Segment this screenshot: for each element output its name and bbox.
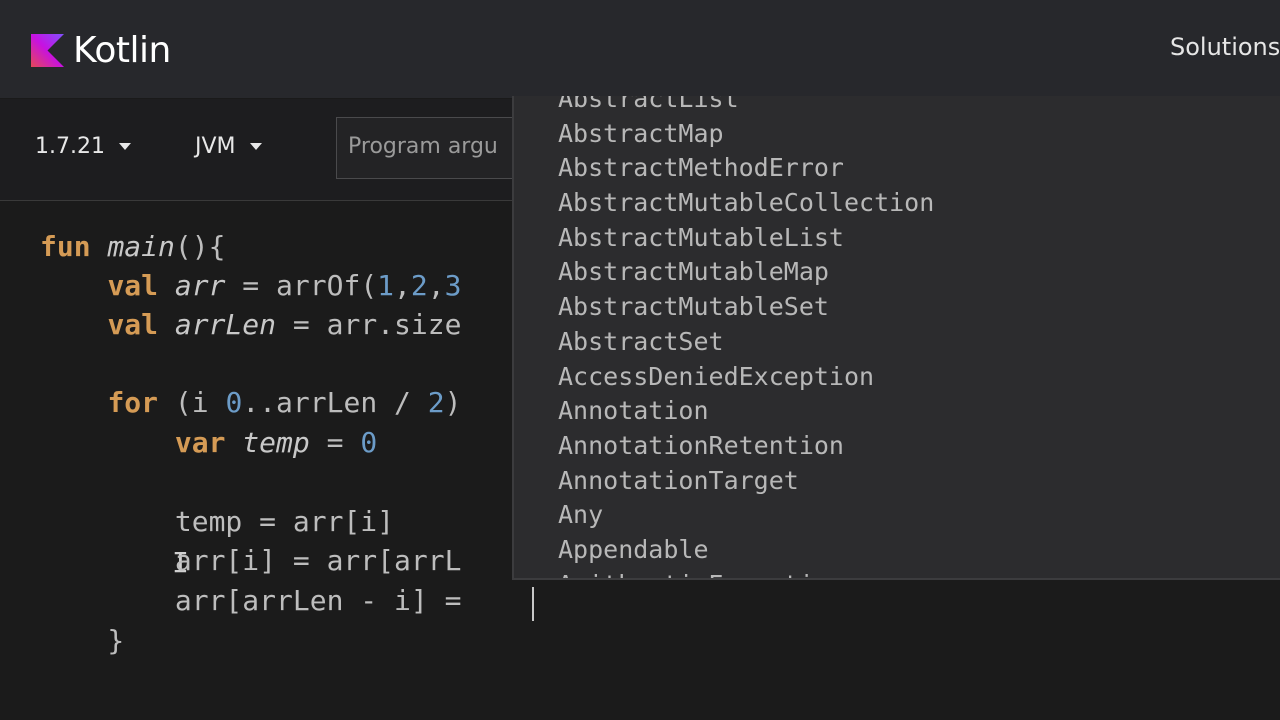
nav-solutions-link[interactable]: Solutions <box>1170 33 1280 61</box>
target-platform-label: JVM <box>195 134 236 159</box>
code-token: fun <box>40 230 91 263</box>
top-header: Kotlin Solutions <box>0 0 1280 99</box>
code-line: val arr = arrOf(1,2,3 <box>40 270 461 302</box>
chevron-down-icon <box>249 143 262 150</box>
autocomplete-item[interactable]: ArithmeticException <box>558 568 934 578</box>
code-token: var <box>174 426 226 459</box>
code-line: } <box>40 625 124 657</box>
code-token: val <box>107 269 159 302</box>
brand-name: Kotlin <box>73 30 171 71</box>
autocomplete-item[interactable]: AbstractSet <box>558 325 934 360</box>
code-line: temp = arr[i] <box>40 506 394 538</box>
code-token: val <box>107 308 159 341</box>
caret-cursor <box>532 587 534 621</box>
code-token: arrLen <box>174 308 277 341</box>
kotlin-version-select[interactable]: 1.7.21 <box>35 134 131 159</box>
code-token: ) <box>444 386 462 419</box>
autocomplete-item[interactable]: AccessDeniedException <box>558 360 934 395</box>
code-token: ..arrLen / <box>242 386 428 419</box>
target-platform-select[interactable]: JVM <box>195 134 262 159</box>
code-token: 3 <box>444 269 462 302</box>
code-token: = arrOf( <box>225 269 378 302</box>
code-token: , <box>394 269 411 302</box>
code-token: 0 <box>225 386 243 419</box>
autocomplete-item[interactable]: Annotation <box>558 394 934 429</box>
code-token: , <box>427 269 445 302</box>
autocomplete-popup[interactable]: AbstractList AbstractMap AbstractMethodErr… <box>512 96 1280 580</box>
code-token: (i <box>158 386 226 419</box>
autocomplete-item[interactable]: AbstractList <box>558 96 934 117</box>
autocomplete-item[interactable]: AbstractMutableMap <box>558 255 934 290</box>
code-token: temp = arr[i] <box>40 505 395 538</box>
code-token: 1 <box>377 269 395 302</box>
autocomplete-item[interactable]: AnnotationTarget <box>558 464 934 499</box>
code-token: 2 <box>427 386 445 419</box>
code-line: val arrLen = arr.size <box>40 309 461 341</box>
kotlin-logo[interactable]: Kotlin <box>31 30 171 71</box>
autocomplete-item[interactable]: AbstractMethodError <box>558 151 934 186</box>
playground-page: Kotlin Solutions 1.7.21 JVM Program argu… <box>0 0 1280 720</box>
autocomplete-item[interactable]: AnnotationRetention <box>558 429 934 464</box>
chevron-down-icon <box>118 143 131 150</box>
code-line: var temp = 0 <box>40 427 377 459</box>
code-token: arr[i] = arr[arrL <box>40 544 462 577</box>
autocomplete-item[interactable]: AbstractMutableCollection <box>558 186 934 221</box>
autocomplete-item[interactable]: AbstractMutableSet <box>558 290 934 325</box>
code-token: = <box>309 426 361 459</box>
kotlin-logo-icon <box>31 34 64 67</box>
code-token: arr <box>174 269 226 302</box>
code-token: main <box>107 230 175 263</box>
code-token: arr[arrLen - i] = <box>40 584 479 617</box>
autocomplete-item[interactable]: Appendable <box>558 533 934 568</box>
code-line: arr[i] = arr[arrL <box>40 544 462 577</box>
code-token: (){ <box>174 230 226 263</box>
autocomplete-item[interactable]: AbstractMutableList <box>558 221 934 256</box>
autocomplete-item[interactable]: AbstractMap <box>558 117 934 152</box>
code-line: fun main(){ <box>40 231 225 263</box>
code-line: arr[arrLen - i] = <box>40 585 478 617</box>
autocomplete-item[interactable]: Any <box>558 498 934 533</box>
code-token: temp <box>242 426 310 459</box>
code-token: = arr.size <box>276 308 462 341</box>
code-token: 2 <box>410 269 428 302</box>
autocomplete-list: AbstractList AbstractMap AbstractMethodErr… <box>558 96 934 578</box>
code-token: for <box>107 386 159 419</box>
code-token: 0 <box>360 426 378 459</box>
kotlin-version-label: 1.7.21 <box>35 134 105 159</box>
code-line: for (i 0..arrLen / 2) <box>40 387 461 419</box>
code-token: } <box>40 624 125 657</box>
